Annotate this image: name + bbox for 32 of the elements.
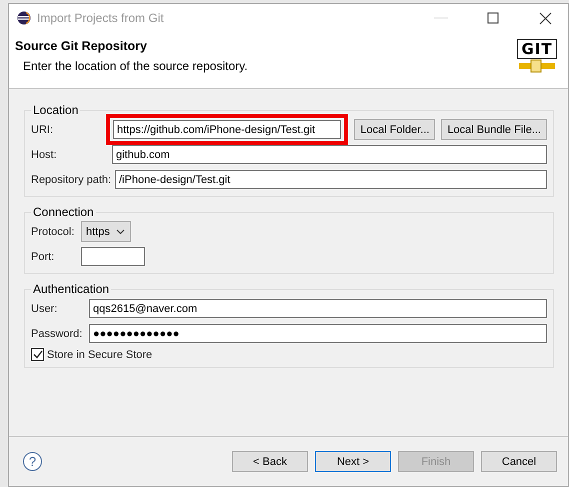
checkbox[interactable] <box>31 348 44 361</box>
password-field[interactable]: ●●●●●●●●●●●●● <box>89 324 547 343</box>
field-label: Password: <box>31 328 82 340</box>
help-icon[interactable]: ? <box>23 452 42 471</box>
wizard-button[interactable]: Cancel <box>481 451 557 472</box>
host-field[interactable]: github.com <box>112 145 547 164</box>
repository-path-field[interactable]: /iPhone-design/Test.git <box>115 170 547 189</box>
field-label: Host: <box>31 148 57 160</box>
port-field[interactable] <box>81 247 145 266</box>
field-label: Protocol: <box>31 226 74 238</box>
field-label: User: <box>31 302 58 314</box>
page-description: Enter the location of the source repository. <box>23 59 248 73</box>
checkbox-label: Store in Secure Store <box>47 348 152 360</box>
local-folder-button[interactable]: Local Folder... <box>354 119 436 140</box>
window-title: Import Projects from Git <box>37 10 165 24</box>
protocol-dropdown[interactable]: https <box>81 221 131 242</box>
field-label: URI: <box>31 124 53 136</box>
field-label: Repository path: <box>31 174 112 186</box>
uri-field[interactable]: https://github.com/iPhone-design/Test.git <box>113 120 342 139</box>
page-title: Source Git Repository <box>15 39 148 53</box>
field-label: Port: <box>31 250 54 262</box>
local-bundle-file-button[interactable]: Local Bundle File... <box>441 119 547 140</box>
git-logo: GIT <box>517 39 557 59</box>
pipe-icon <box>519 59 555 73</box>
group-title: Connection <box>32 205 95 219</box>
chevron-icon <box>116 228 125 234</box>
user-field[interactable]: qqs2615@naver.com <box>89 299 547 318</box>
group-title: Authentication <box>32 282 110 296</box>
wizard-button[interactable]: Next > <box>315 451 391 472</box>
group-title: Location <box>32 103 80 117</box>
wizard-button[interactable]: < Back <box>232 451 308 472</box>
eclipse-icon <box>17 10 31 24</box>
